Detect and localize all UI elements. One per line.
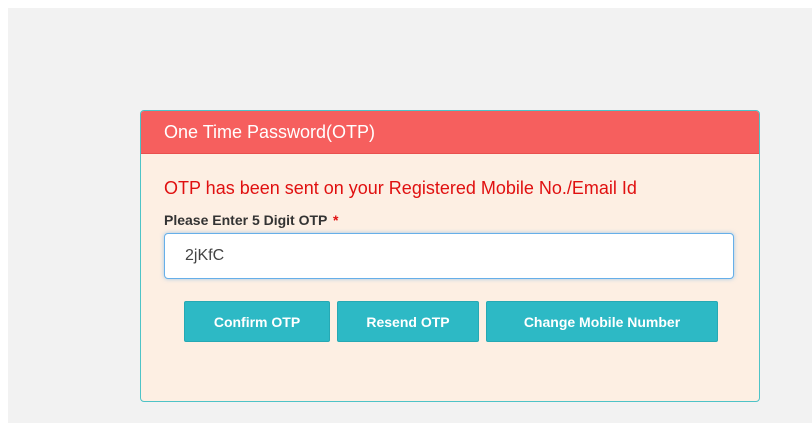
resend-otp-button[interactable]: Resend OTP [337, 301, 479, 342]
otp-field-label-text: Please Enter 5 Digit OTP [164, 212, 328, 228]
otp-sent-message: OTP has been sent on your Registered Mob… [164, 178, 637, 198]
otp-panel: One Time Password(OTP) OTP has been sent… [140, 110, 760, 402]
required-marker: * [333, 212, 339, 228]
confirm-otp-button[interactable]: Confirm OTP [184, 301, 330, 342]
otp-input[interactable] [164, 233, 734, 279]
otp-field-label: Please Enter 5 Digit OTP * [164, 212, 736, 228]
panel-body: OTP has been sent on your Registered Mob… [141, 154, 759, 342]
panel-title: One Time Password(OTP) [141, 111, 759, 154]
change-mobile-number-button[interactable]: Change Mobile Number [486, 301, 718, 342]
button-row: Confirm OTP Resend OTP Change Mobile Num… [164, 301, 736, 342]
